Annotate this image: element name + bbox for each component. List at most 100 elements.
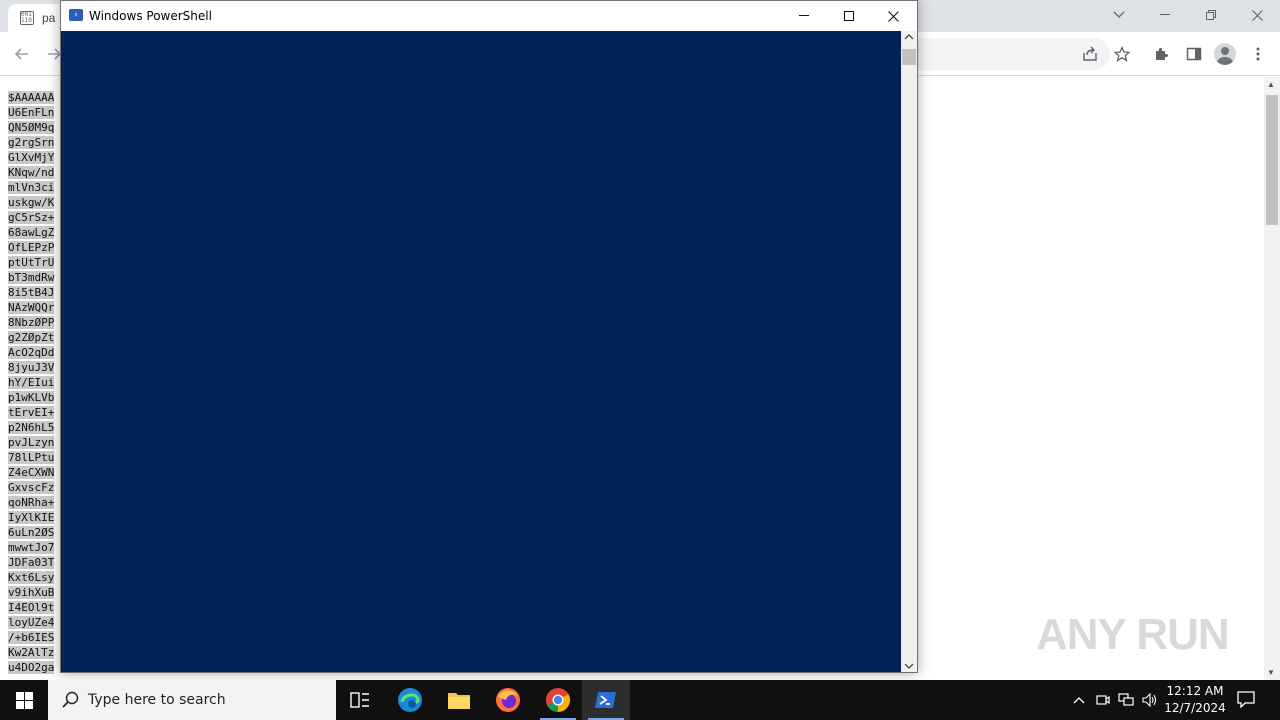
text-line-content: gC5rSz+ [8, 211, 55, 224]
volume-icon[interactable] [1141, 690, 1159, 710]
text-line-content: 8NbzØPP [8, 316, 55, 329]
taskbar: Type here to search 12:12 AM 12/7/2024 [0, 680, 1280, 720]
console-scroll-thumb[interactable] [902, 49, 916, 65]
text-line-content: I4EOl9t [8, 601, 55, 614]
bookmark-button[interactable] [1110, 42, 1134, 66]
task-view-icon [350, 692, 369, 708]
taskbar-search-box[interactable]: Type here to search [48, 680, 336, 720]
speaker-icon [1142, 693, 1157, 707]
text-line-content: 78lLPtu [8, 451, 55, 464]
close-button[interactable] [871, 1, 916, 31]
camera-icon [1096, 695, 1110, 705]
meet-now-icon[interactable] [1094, 690, 1112, 710]
side-panel-button[interactable] [1182, 42, 1206, 66]
file-explorer-taskbar-button[interactable] [435, 680, 483, 720]
scroll-down-icon[interactable] [904, 662, 914, 670]
text-line-content: v9ihXuB [8, 586, 55, 599]
text-line-content: qoNRha+ [8, 496, 55, 509]
text-line-content: mlVn3ci [8, 181, 55, 194]
edge-taskbar-button[interactable] [386, 680, 434, 720]
console-scrollbar[interactable] [901, 31, 917, 672]
start-button[interactable] [0, 680, 48, 720]
tab-search-button[interactable] [1096, 0, 1142, 30]
extensions-button[interactable] [1150, 42, 1174, 66]
share-icon [1083, 46, 1097, 61]
scroll-up-icon[interactable] [904, 33, 914, 41]
text-line-content: uskgw/K [8, 196, 55, 209]
text-line-content: hY/EIui [8, 376, 55, 389]
show-hidden-icons-button[interactable] [1070, 690, 1088, 710]
chrome-restore-button[interactable] [1188, 0, 1234, 30]
powershell-window[interactable]: › Windows PowerShell [60, 0, 918, 673]
text-line-content: ptUtTrU [8, 256, 55, 269]
back-button[interactable] [10, 42, 34, 66]
powershell-titlebar[interactable]: › Windows PowerShell [61, 1, 917, 31]
puzzle-icon [1156, 48, 1168, 60]
restore-icon [1206, 10, 1216, 20]
notification-icon [1237, 691, 1255, 709]
scroll-up-icon[interactable]: ▲ [1267, 80, 1275, 89]
profile-avatar-icon[interactable] [1214, 43, 1236, 65]
chevron-down-icon [1113, 11, 1125, 18]
powershell-icon: › [69, 9, 83, 21]
text-line-content: g2rgSrn [8, 136, 55, 149]
chrome-tab[interactable]: 001 110 pa [8, 4, 68, 32]
text-line-content: NAzWQQr [8, 301, 55, 314]
text-line-content: $AAAAAA [8, 91, 55, 104]
chevron-up-icon [1073, 697, 1085, 704]
text-line-content: 8jyuJ3V [8, 361, 55, 374]
minimize-icon [1160, 14, 1170, 15]
text-line-content: g2ZØpZt [8, 331, 55, 344]
text-line-content: U6EnFLn [8, 106, 55, 119]
search-icon [62, 691, 79, 708]
text-line-content: /+b6IES [8, 631, 55, 644]
text-line-content: QN5ØM9q [8, 121, 55, 134]
text-line-content: pvJLzyn [8, 436, 55, 449]
powershell-console[interactable] [61, 31, 901, 672]
side-panel-icon [1186, 47, 1202, 61]
more-vertical-icon [1256, 47, 1260, 61]
chrome-icon [546, 688, 571, 712]
network-icon [1118, 693, 1134, 706]
folder-icon [448, 693, 470, 709]
chrome-menu-button[interactable] [1246, 42, 1270, 66]
chrome-taskbar-button[interactable] [534, 680, 582, 720]
text-line-content: tErvEI+ [8, 406, 55, 419]
maximize-icon [843, 11, 854, 21]
tab-title: pa [42, 11, 56, 25]
powershell-taskbar-button[interactable] [582, 680, 630, 720]
minimize-button[interactable] [781, 1, 826, 31]
document-icon: 001 110 [20, 11, 34, 25]
maximize-button[interactable] [826, 1, 871, 31]
notification-center-button[interactable] [1236, 690, 1258, 710]
text-line-content: Kw2AlTz [8, 646, 55, 659]
text-line-content: KNqw/nd [8, 166, 55, 179]
clock-date: 12/7/2024 [1164, 701, 1226, 715]
chrome-minimize-button[interactable] [1142, 0, 1188, 30]
text-line-content: bT3mdRw [8, 271, 55, 284]
clock-time: 12:12 AM [1166, 684, 1224, 698]
text-line-content: IyXlKIE [8, 511, 55, 524]
firefox-taskbar-button[interactable] [484, 680, 532, 720]
share-button[interactable] [1078, 42, 1102, 66]
text-line-content: p1wKLVb [8, 391, 55, 404]
text-line-content: loyUZe4 [8, 616, 55, 629]
window-title: Windows PowerShell [89, 9, 212, 23]
powershell-icon [595, 692, 616, 708]
task-view-button[interactable] [336, 680, 384, 720]
text-line-content: 8i5tB4J [8, 286, 55, 299]
text-line-content: Z4eCXWN [8, 466, 55, 479]
arrow-left-icon [14, 48, 28, 60]
network-icon[interactable] [1117, 690, 1135, 710]
edge-icon [398, 688, 422, 712]
scroll-down-icon[interactable]: ▼ [1267, 668, 1275, 677]
chrome-close-button[interactable] [1234, 0, 1280, 30]
text-line-content: u4DO2ga [8, 661, 55, 674]
close-icon [1251, 9, 1263, 21]
star-icon [1114, 46, 1130, 62]
system-clock[interactable]: 12:12 AM 12/7/2024 [1162, 683, 1228, 717]
text-line-content: 68awLgZ [8, 226, 55, 239]
page-scroll-thumb[interactable] [1266, 95, 1278, 225]
page-scrollbar[interactable]: ▲ ▼ [1264, 77, 1280, 680]
watermark-text: ANY RUN [1036, 610, 1230, 659]
